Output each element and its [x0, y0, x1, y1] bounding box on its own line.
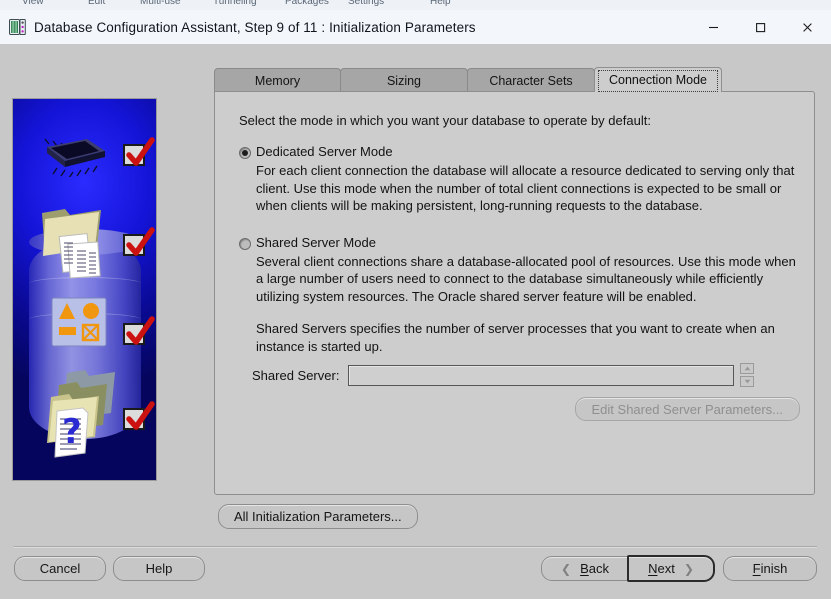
option-shared-server-description: Several client connections share a datab…: [256, 253, 796, 304]
checkmark-icon-2: [123, 227, 155, 260]
dialog-window: View Edit Multi-use Tunneling Packages S…: [0, 0, 831, 599]
database-server-icon: [9, 18, 26, 36]
checkmark-icon-1: [123, 137, 155, 170]
bg-menu-item-2: Multi-use: [140, 0, 181, 7]
checkmark-icon-4: [123, 401, 155, 434]
option-dedicated-server-label: Dedicated Server Mode: [256, 144, 393, 159]
back-label-rest: ack: [588, 561, 609, 576]
tab-bar: Memory Sizing Character Sets Connection …: [214, 67, 722, 92]
edit-shared-server-parameters-button[interactable]: Edit Shared Server Parameters...: [574, 397, 800, 421]
window-title: Database Configuration Assistant, Step 9…: [34, 19, 476, 35]
next-button-label: Next: [648, 561, 675, 576]
all-initialization-parameters-button[interactable]: All Initialization Parameters...: [218, 504, 418, 529]
footer-separator: [14, 546, 817, 548]
radio-selected-dot: [242, 150, 248, 156]
wizard-banner: ?: [13, 99, 156, 480]
shared-server-input[interactable]: [348, 364, 735, 386]
checkmark-icon-3: [123, 316, 155, 349]
shared-server-field-row: Shared Server:: [252, 363, 755, 387]
finish-button-label: Finish: [752, 561, 788, 576]
finish-button[interactable]: Finish: [723, 556, 817, 581]
help-button[interactable]: Help: [113, 556, 205, 581]
chevron-right-icon: ❯: [683, 561, 694, 576]
shared-servers-note: Shared Servers specifies the number of s…: [256, 321, 775, 354]
option-dedicated-server[interactable]: Dedicated Server Mode For each client co…: [239, 144, 800, 215]
cancel-button[interactable]: Cancel: [14, 556, 106, 581]
option-dedicated-server-description: For each client connection the database …: [256, 163, 795, 213]
finish-label-rest: inish: [760, 561, 788, 576]
tab-sizing[interactable]: Sizing: [340, 68, 468, 92]
spinner-up-icon[interactable]: [740, 363, 755, 374]
tab-memory[interactable]: Memory: [214, 68, 341, 92]
title-bar: Database Configuration Assistant, Step 9…: [0, 10, 831, 44]
bg-menu-item-4: Packages: [285, 0, 329, 7]
bg-menu-item-6: Help: [430, 0, 451, 7]
radio-dedicated-server[interactable]: [239, 147, 251, 159]
panel-lead-text: Select the mode in which you want your d…: [239, 113, 651, 128]
bg-menu-item-0: View: [22, 0, 44, 7]
connection-mode-panel: Select the mode in which you want your d…: [214, 91, 815, 495]
tab-sizing-label: Sizing: [386, 73, 422, 88]
maximize-button[interactable]: [737, 10, 784, 44]
spinner-down-icon[interactable]: [740, 376, 755, 387]
radio-shared-server[interactable]: [239, 237, 251, 250]
svg-text:?: ?: [62, 412, 82, 452]
back-button-label: Back: [580, 561, 609, 576]
tab-connection-mode-label: Connection Mode: [609, 73, 707, 87]
close-button[interactable]: [784, 10, 831, 44]
bg-menu-item-3: Tunneling: [213, 0, 257, 7]
bg-menu-item-5: Settings: [348, 0, 385, 7]
tab-memory-label: Memory: [254, 73, 301, 88]
bg-menu-item-1: Edit: [88, 0, 106, 7]
tab-character-sets-label: Character Sets: [489, 73, 573, 88]
window-controls: [690, 10, 831, 44]
option-shared-server-label: Shared Server Mode: [256, 234, 376, 250]
tab-connection-mode[interactable]: Connection Mode: [594, 67, 722, 92]
shared-server-label: Shared Server:: [252, 367, 340, 383]
back-button[interactable]: ❮ Back: [541, 556, 629, 581]
tab-character-sets[interactable]: Character Sets: [467, 68, 595, 92]
shared-server-spinner[interactable]: [740, 363, 755, 387]
next-button[interactable]: Next ❯: [627, 555, 715, 582]
minimize-button[interactable]: [690, 10, 737, 44]
chevron-left-icon: ❮: [561, 561, 572, 576]
next-label-rest: ext: [657, 561, 675, 576]
option-shared-server[interactable]: Shared Server Mode Several client connec…: [239, 235, 800, 306]
